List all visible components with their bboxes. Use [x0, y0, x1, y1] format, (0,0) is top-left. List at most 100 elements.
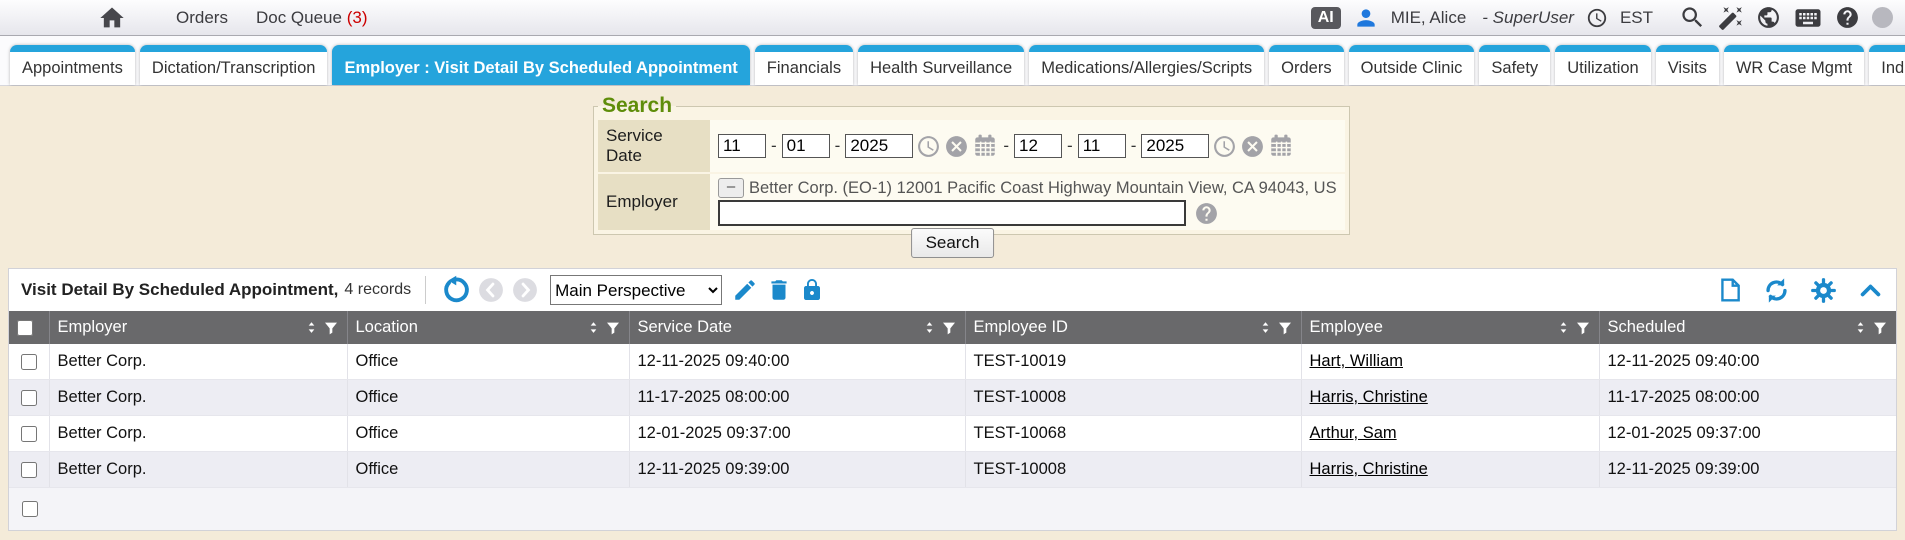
sort-icon[interactable]: [1556, 320, 1571, 335]
footer-select-all-checkbox[interactable]: [22, 501, 38, 517]
row-checkbox[interactable]: [21, 462, 37, 478]
column-header-scheduled[interactable]: Scheduled: [1599, 311, 1896, 344]
user-icon: [1353, 5, 1379, 31]
home-icon[interactable]: [98, 4, 126, 32]
filter-icon[interactable]: [941, 320, 957, 336]
to-time-icon[interactable]: [1212, 134, 1237, 159]
grid-title: Visit Detail By Scheduled Appointment,: [21, 280, 338, 300]
search-button[interactable]: Search: [911, 228, 995, 258]
from-clear-icon[interactable]: [944, 134, 969, 159]
employer-help-icon[interactable]: [1194, 201, 1219, 226]
service-date-from-day[interactable]: [782, 134, 830, 158]
settings-gear-icon[interactable]: [1810, 277, 1837, 304]
tab-wr-case-mgmt[interactable]: WR Case Mgmt: [1724, 45, 1864, 85]
employer-collapse-button[interactable]: –: [718, 178, 744, 198]
column-header-location[interactable]: Location: [347, 311, 629, 344]
user-role: - SuperUser: [1482, 8, 1574, 28]
service-date-row: Service Date - - - -: [598, 120, 1345, 172]
service-date-to-day[interactable]: [1078, 134, 1126, 158]
filter-icon[interactable]: [605, 320, 621, 336]
row-checkbox[interactable]: [21, 426, 37, 442]
column-header-employer[interactable]: Employer: [49, 311, 347, 344]
sort-icon[interactable]: [586, 320, 601, 335]
undo-icon[interactable]: [440, 275, 470, 305]
table-row[interactable]: Better Corp. Office 12-11-2025 09:40:00 …: [9, 344, 1896, 380]
grid-record-count: 4 records: [344, 281, 411, 299]
next-page-icon[interactable]: [512, 277, 538, 303]
tab-utilization[interactable]: Utilization: [1555, 45, 1651, 85]
ai-badge[interactable]: AI: [1311, 7, 1341, 29]
employer-row: Employer – Better Corp. (EO-1) 12001 Pac…: [598, 174, 1345, 230]
user-name[interactable]: MIE, Alice: [1391, 8, 1467, 28]
tab-appointments[interactable]: Appointments: [10, 45, 135, 85]
row-checkbox[interactable]: [21, 390, 37, 406]
employer-search-input[interactable]: [718, 200, 1186, 226]
tab-employer-visit-detail[interactable]: Employer : Visit Detail By Scheduled App…: [332, 45, 749, 85]
tab-orders[interactable]: Orders: [1269, 45, 1343, 85]
tab-dictation-transcription[interactable]: Dictation/Transcription: [140, 45, 328, 85]
filter-icon[interactable]: [1872, 320, 1888, 336]
refresh-icon[interactable]: [1763, 277, 1790, 304]
edit-perspective-icon[interactable]: [732, 277, 758, 303]
nav-doc-queue[interactable]: Doc Queue (3): [256, 8, 368, 28]
tab-strip: Appointments Dictation/Transcription Emp…: [0, 36, 1905, 86]
table-header-row: Employer Location Service Date Employee …: [9, 311, 1896, 344]
tab-safety[interactable]: Safety: [1479, 45, 1550, 85]
tab-health-surveillance[interactable]: Health Surveillance: [858, 45, 1024, 85]
sort-icon[interactable]: [1853, 320, 1868, 335]
column-header-service-date[interactable]: Service Date: [629, 311, 965, 344]
menu-icon[interactable]: [18, 8, 50, 28]
visit-detail-grid: Visit Detail By Scheduled Appointment, 4…: [8, 268, 1897, 531]
service-date-to-month[interactable]: [1014, 134, 1062, 158]
prev-page-icon[interactable]: [478, 277, 504, 303]
delete-perspective-icon[interactable]: [766, 277, 792, 303]
employee-link[interactable]: Harris, Christine: [1310, 388, 1428, 406]
filter-icon[interactable]: [1575, 320, 1591, 336]
visit-detail-table: Employer Location Service Date Employee …: [9, 311, 1896, 488]
status-indicator-circle[interactable]: [1872, 7, 1893, 28]
employee-link[interactable]: Hart, William: [1310, 352, 1404, 370]
tab-outside-clinic[interactable]: Outside Clinic: [1349, 45, 1475, 85]
filter-icon[interactable]: [323, 320, 339, 336]
wand-icon[interactable]: [1718, 5, 1744, 31]
service-date-from-year[interactable]: [845, 134, 913, 158]
lock-perspective-icon[interactable]: [800, 278, 824, 302]
column-header-employee[interactable]: Employee: [1301, 311, 1599, 344]
employee-link[interactable]: Harris, Christine: [1310, 460, 1428, 478]
nav-orders[interactable]: Orders: [176, 8, 228, 28]
table-row[interactable]: Better Corp. Office 12-01-2025 09:37:00 …: [9, 416, 1896, 452]
to-clear-icon[interactable]: [1240, 134, 1265, 159]
tab-medications-allergies-scripts[interactable]: Medications/Allergies/Scripts: [1029, 45, 1264, 85]
service-date-from-month[interactable]: [718, 134, 766, 158]
search-panel-legend: Search: [598, 94, 676, 118]
table-row[interactable]: Better Corp. Office 11-17-2025 08:00:00 …: [9, 380, 1896, 416]
select-all-checkbox[interactable]: [17, 320, 33, 336]
filter-icon[interactable]: [1277, 320, 1293, 336]
keyboard-icon[interactable]: [1793, 3, 1823, 33]
clock-icon[interactable]: [1586, 7, 1608, 29]
top-bar: Orders Doc Queue (3) AI MIE, Alice - Sup…: [0, 0, 1905, 36]
from-calendar-icon[interactable]: [972, 133, 998, 159]
table-row[interactable]: Better Corp. Office 12-11-2025 09:39:00 …: [9, 452, 1896, 488]
tab-industrial-hygiene[interactable]: Industrial Hygiene: [1869, 45, 1905, 85]
perspective-select[interactable]: Main Perspective: [550, 275, 722, 305]
page-content: Search Service Date - - -: [0, 86, 1905, 540]
column-header-employee-id[interactable]: Employee ID: [965, 311, 1301, 344]
new-document-icon[interactable]: [1717, 277, 1743, 303]
search-icon[interactable]: [1679, 4, 1706, 31]
grid-footer: [9, 488, 1896, 530]
globe-icon[interactable]: [1756, 5, 1781, 30]
sort-icon[interactable]: [1258, 320, 1273, 335]
doc-queue-count: (3): [347, 8, 368, 27]
sort-icon[interactable]: [922, 320, 937, 335]
service-date-to-year[interactable]: [1141, 134, 1209, 158]
to-calendar-icon[interactable]: [1268, 133, 1294, 159]
sort-icon[interactable]: [304, 320, 319, 335]
help-icon[interactable]: [1835, 5, 1860, 30]
row-checkbox[interactable]: [21, 354, 37, 370]
from-time-icon[interactable]: [916, 134, 941, 159]
employee-link[interactable]: Arthur, Sam: [1310, 424, 1397, 442]
tab-visits[interactable]: Visits: [1656, 45, 1719, 85]
collapse-grid-icon[interactable]: [1857, 277, 1884, 304]
tab-financials[interactable]: Financials: [755, 45, 853, 85]
